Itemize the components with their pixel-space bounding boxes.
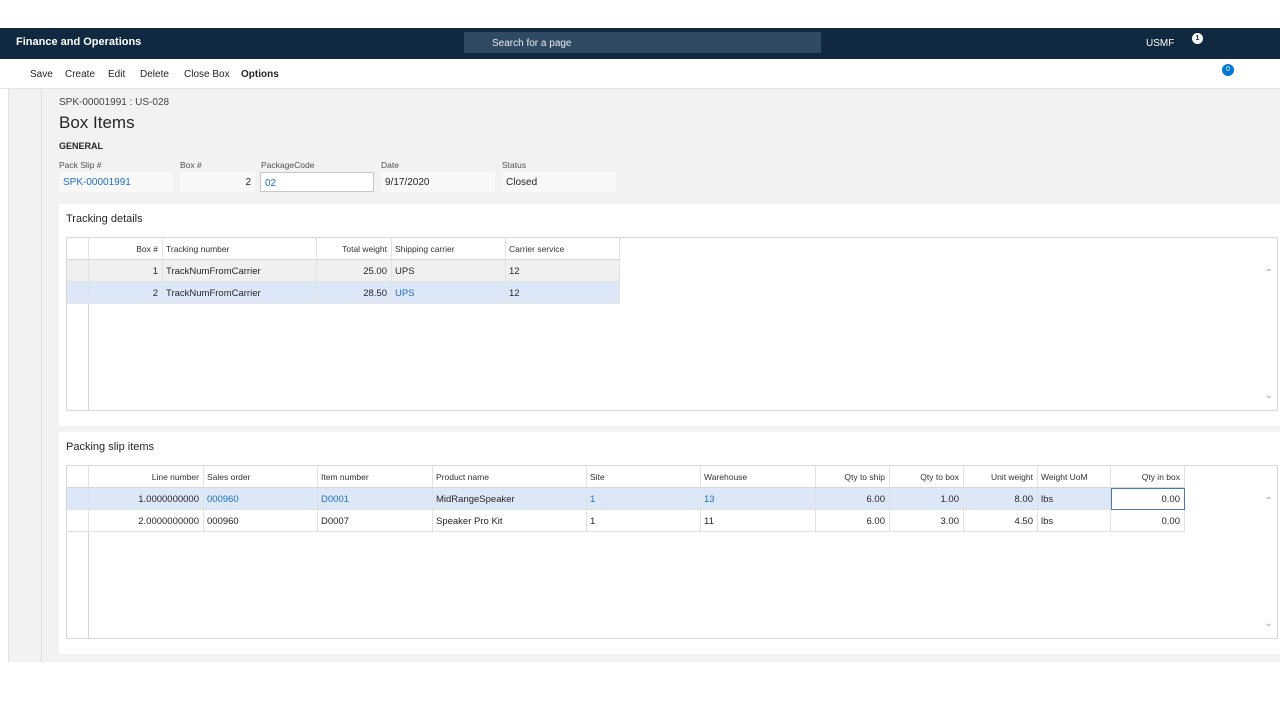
box-number-field[interactable]: 2 [180,172,255,192]
tracking-grid-header: Box # Tracking number Total weight Shipp… [67,238,620,260]
scroll-up-icon[interactable]: ⌃ [1265,496,1273,507]
column-header-item-number[interactable]: Item number [318,466,433,488]
cell-unit-weight[interactable]: 4.50 [964,510,1038,532]
cell-item-number[interactable]: D0007 [318,510,433,532]
close-box-button[interactable]: Close Box [184,69,230,80]
packing-grid: Line number Sales order Item number Prod… [66,465,1278,639]
column-header-qty-to-box[interactable]: Qty to box [890,466,964,488]
cell-line-number[interactable]: 2.0000000000 [89,510,204,532]
cell-product-name[interactable]: MidRangeSpeaker [433,488,587,510]
row-selector[interactable] [67,488,89,510]
pack-slip-field[interactable]: SPK-00001991 [59,172,173,192]
cell-site[interactable]: 1 [587,510,701,532]
cell-warehouse[interactable]: 11 [701,510,816,532]
select-all-header[interactable] [67,466,89,488]
column-header-site[interactable]: Site [587,466,701,488]
general-group-title: GENERAL [59,141,104,151]
cell-weight-uom[interactable]: lbs [1038,510,1111,532]
tracking-grid: Box # Tracking number Total weight Shipp… [66,237,1278,411]
row-selector[interactable] [67,260,89,282]
company-picker[interactable]: USMF [1146,38,1174,49]
table-row[interactable]: 2 TrackNumFromCarrier 28.50 UPS 12 [67,282,620,304]
cell-tracking-number[interactable]: TrackNumFromCarrier [163,260,317,282]
cell-carrier-service[interactable]: 12 [506,260,620,282]
cell-shipping-carrier[interactable]: UPS [392,282,506,304]
package-code-label: PackageCode [261,160,315,170]
cell-product-name[interactable]: Speaker Pro Kit [433,510,587,532]
table-row[interactable]: 1 TrackNumFromCarrier 25.00 UPS 12 [67,260,620,282]
scroll-up-icon[interactable]: ⌃ [1265,268,1273,279]
cell-total-weight[interactable]: 25.00 [317,260,392,282]
cell-site[interactable]: 1 [587,488,701,510]
scroll-down-icon[interactable]: ⌄ [1265,618,1273,629]
top-navbar: Finance and Operations Search for a page… [0,28,1280,59]
pack-slip-label: Pack Slip # [59,160,102,170]
packing-slip-items-title[interactable]: Packing slip items [66,441,154,453]
select-all-header[interactable] [67,238,89,260]
cell-qty-to-box[interactable]: 3.00 [890,510,964,532]
column-header-product-name[interactable]: Product name [433,466,587,488]
status-field[interactable]: Closed [502,172,616,192]
cell-shipping-carrier[interactable]: UPS [392,260,506,282]
cell-sales-order[interactable]: 000960 [204,488,318,510]
column-header-line-number[interactable]: Line number [89,466,204,488]
action-pane: Save Create Edit Delete Close Box Option… [0,59,1280,89]
column-header-total-weight[interactable]: Total weight [317,238,392,260]
cell-total-weight[interactable]: 28.50 [317,282,392,304]
cell-warehouse[interactable]: 13 [701,488,816,510]
packing-grid-header: Line number Sales order Item number Prod… [67,466,1185,488]
column-header-carrier-service[interactable]: Carrier service [506,238,620,260]
cell-item-number[interactable]: D0001 [318,488,433,510]
box-number-label: Box # [180,160,202,170]
cell-unit-weight[interactable]: 8.00 [964,488,1038,510]
package-code-field[interactable]: 02 [260,172,374,192]
table-row[interactable]: 1.0000000000 000960 D0001 MidRangeSpeake… [67,488,1185,510]
qty-in-box-input[interactable]: 0.00 [1111,488,1185,510]
cell-carrier-service[interactable]: 12 [506,282,620,304]
edit-button[interactable]: Edit [108,69,125,80]
cell-weight-uom[interactable]: lbs [1038,488,1111,510]
status-label: Status [502,160,527,170]
record-caption: SPK-00001991 : US-028 [59,97,170,108]
cell-box[interactable]: 1 [89,260,163,282]
notification-icon[interactable]: 1 [1192,33,1203,44]
column-header-qty-to-ship[interactable]: Qty to ship [816,466,890,488]
create-button[interactable]: Create [65,69,95,80]
date-label: Date [381,160,399,170]
page-title: Box Items [59,113,135,132]
cell-qty-to-box[interactable]: 1.00 [890,488,964,510]
delete-button[interactable]: Delete [140,69,169,80]
row-selector[interactable] [67,282,89,304]
search-input[interactable]: Search for a page [464,32,821,53]
column-header-shipping-carrier[interactable]: Shipping carrier [392,238,506,260]
cell-qty-to-ship[interactable]: 6.00 [816,510,890,532]
column-header-sales-order[interactable]: Sales order [204,466,318,488]
column-header-unit-weight[interactable]: Unit weight [964,466,1038,488]
row-selector[interactable] [67,510,89,532]
cell-qty-to-ship[interactable]: 6.00 [816,488,890,510]
cell-qty-in-box[interactable]: 0.00 [1111,510,1185,532]
column-header-box[interactable]: Box # [89,238,163,260]
cell-tracking-number[interactable]: TrackNumFromCarrier [163,282,317,304]
column-header-weight-uom[interactable]: Weight UoM [1038,466,1111,488]
tracking-details-title[interactable]: Tracking details [66,213,143,225]
cell-box[interactable]: 2 [89,282,163,304]
cell-sales-order[interactable]: 000960 [204,510,318,532]
column-header-warehouse[interactable]: Warehouse [701,466,816,488]
app-title[interactable]: Finance and Operations [16,36,141,48]
scroll-down-icon[interactable]: ⌄ [1265,390,1273,401]
table-row[interactable]: 2.0000000000 000960 D0007 Speaker Pro Ki… [67,510,1185,532]
cell-line-number[interactable]: 1.0000000000 [89,488,204,510]
left-rail-divider [41,89,42,662]
column-header-tracking-number[interactable]: Tracking number [163,238,317,260]
options-tab[interactable]: Options [241,69,279,80]
save-button[interactable]: Save [30,69,53,80]
date-field[interactable]: 9/17/2020 [381,172,495,192]
column-header-qty-in-box[interactable]: Qty in box [1111,466,1185,488]
message-count-badge[interactable]: 0 [1222,64,1234,76]
